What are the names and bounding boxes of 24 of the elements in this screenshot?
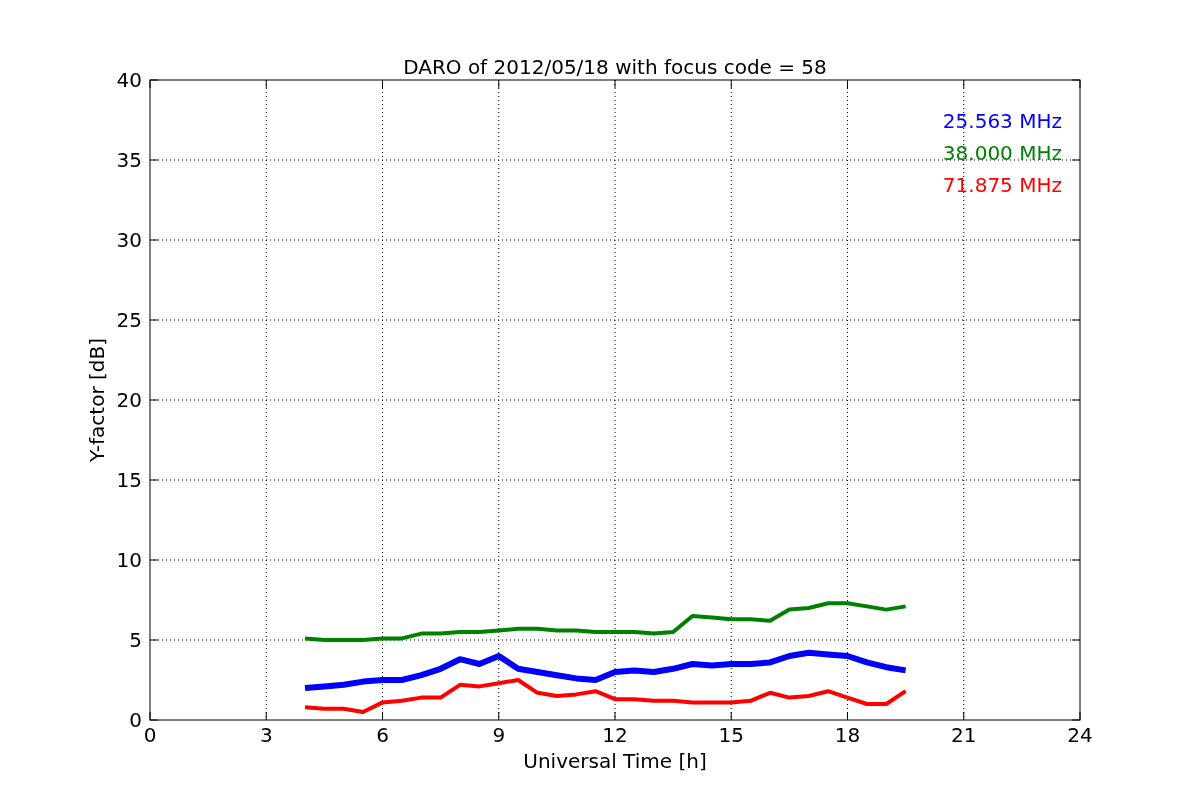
- tick-label: 5: [129, 628, 142, 652]
- tick-label: 15: [116, 468, 142, 492]
- tick-label: 15: [718, 723, 744, 747]
- tick-label: 6: [376, 723, 389, 747]
- tick-label: 35: [116, 148, 142, 172]
- tick-label: 0: [143, 723, 157, 747]
- legend-label: 25.563 MHz: [942, 109, 1062, 133]
- tick-label: 10: [116, 548, 142, 572]
- legend-label: 71.875 MHz: [942, 173, 1062, 197]
- tick-label: 30: [116, 228, 142, 252]
- tick-label: 20: [116, 388, 142, 412]
- x-axis-label: Universal Time [h]: [523, 749, 707, 773]
- tick-label: 12: [602, 723, 628, 747]
- tick-label: 9: [492, 723, 506, 747]
- tick-label: 21: [951, 723, 977, 747]
- tick-label: 40: [116, 68, 142, 92]
- tick-label: 25: [116, 308, 142, 332]
- chart-title: DARO of 2012/05/18 with focus code = 58: [403, 55, 827, 79]
- y-axis-label: Y-factor [dB]: [85, 338, 109, 462]
- tick-label: 24: [1067, 723, 1093, 747]
- legend-label: 38.000 MHz: [942, 141, 1062, 165]
- tick-label: 18: [834, 723, 861, 747]
- tick-label: 0: [129, 708, 142, 732]
- tick-label: 3: [259, 723, 273, 747]
